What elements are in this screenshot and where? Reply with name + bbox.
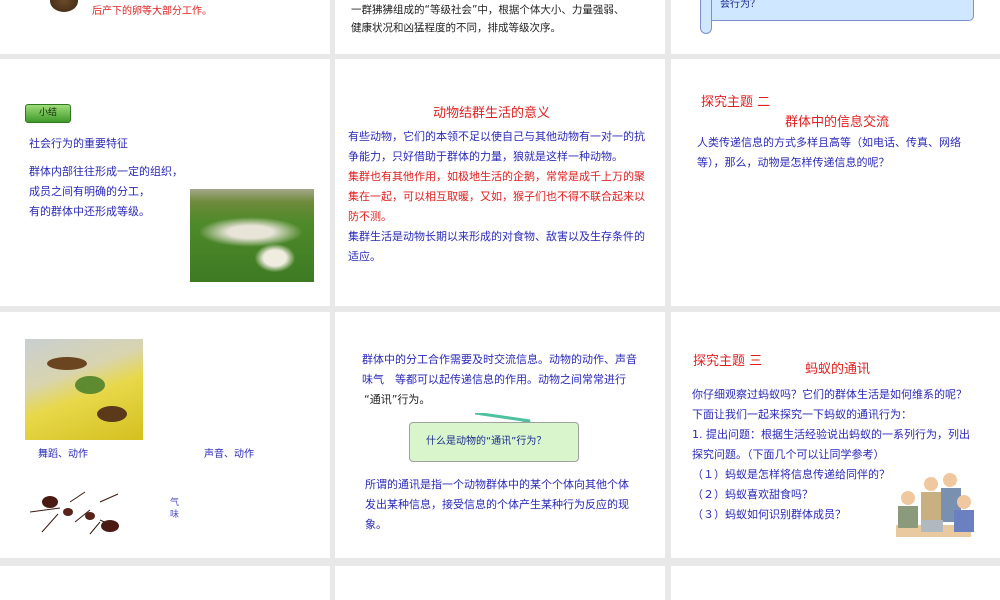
slide-text: （２）蚂蚁喜欢甜食吗？ xyxy=(692,488,813,501)
slide-thumbnail-3[interactable]: 会行为？ xyxy=(671,0,1000,54)
bee-flower-photo xyxy=(25,339,143,440)
ants-image xyxy=(29,472,130,542)
scroll-question: 什么是动物的“通讯”行为？ xyxy=(426,436,547,447)
slide-title: 蚂蚁的通讯 xyxy=(805,362,871,377)
sheep-photo xyxy=(190,189,314,282)
slide-text: 象。 xyxy=(365,518,387,531)
summary-badge: 小结 xyxy=(25,104,71,123)
slide-thumbnail-1[interactable]: 后产下的卵等大部分工作。 xyxy=(0,0,330,54)
slide-text: 后产下的卵等大部分工作。 xyxy=(92,6,212,17)
insect-image xyxy=(50,0,78,12)
slide-text: 健康状况和凶猛程度的不同，排成等级次序。 xyxy=(351,22,561,34)
slide-thumbnail-9[interactable]: 探究主题 三 蚂蚁的通讯 你仔细观察过蚂蚁吗？它们的群体生活是如何维系的呢？ 下… xyxy=(671,312,1000,558)
slide-text: 等），那么，动物是怎样传递信息的呢？ xyxy=(697,156,890,169)
label-smell-char: 气 xyxy=(170,498,180,508)
slide-text: 所谓的通讯是指一个动物群体中的某个个体向其他个体 xyxy=(365,478,629,491)
slide-text: （３）蚂蚁如何识别群体成员？ xyxy=(692,508,846,521)
people-clipart xyxy=(886,470,978,545)
slide-text: 成员之间有明确的分工， xyxy=(29,185,150,198)
label-sound: 声音、动作 xyxy=(204,449,254,460)
slide-text: “通讯”行为。 xyxy=(364,393,431,406)
slide-thumbnail-12[interactable] xyxy=(671,566,1000,600)
slide-text: 群体中的分工合作需要及时交流信息。动物的动作、声音 xyxy=(362,353,637,366)
slide-title: 群体中的信息交流 xyxy=(785,115,890,130)
slide-text: 1. 提出问题：根据生活经验说出蚂蚁的一系列行为，列出 xyxy=(692,428,970,441)
slide-text-red: 集群也有其他作用，如极地生活的企鹅，常常是成千上万的聚 xyxy=(348,170,645,183)
slide-heading: 社会行为的重要特征 xyxy=(29,137,128,150)
slide-text-red: 集在一起，可以相互取暖，又如，猴子们也不得不联合起来以 xyxy=(348,190,645,203)
slide-thumbnail-8[interactable]: 群体中的分工合作需要及时交流信息。动物的动作、声音 味气 等都可以起传递信息的作… xyxy=(335,312,665,558)
topic-label: 探究主题 三 xyxy=(693,354,763,369)
label-dance: 舞蹈、动作 xyxy=(38,449,88,460)
scroll-curl xyxy=(700,0,712,34)
slide-thumbnail-6[interactable]: 探究主题 二 群体中的信息交流 人类传递信息的方式多样且高等（如电话、传真、网络… xyxy=(671,59,1000,306)
slide-text: 下面让我们一起来探究一下蚂蚁的通讯行为： xyxy=(692,408,912,421)
slide-text: 会行为？ xyxy=(720,0,760,10)
slide-thumbnail-5[interactable]: 动物结群生活的意义 有些动物，它们的本领不足以使自己与其他动物有一对一的抗 争能… xyxy=(335,59,665,306)
slide-thumbnail-2[interactable]: 一群狒狒组成的“等级社会”中，根据个体大小、力量强弱、 健康状况和凶猛程度的不同… xyxy=(335,0,665,54)
question-scroll: 什么是动物的“通讯”行为？ xyxy=(409,422,579,462)
slide-text: 集群生活是动物长期以来形成的对食物、敌害以及生存条件的 xyxy=(348,230,645,243)
topic-label: 探究主题 二 xyxy=(701,95,771,110)
slide-text: 有些动物，它们的本领不足以使自己与其他动物有一对一的抗 xyxy=(348,130,645,143)
slide-text: 你仔细观察过蚂蚁吗？它们的群体生活是如何维系的呢？ xyxy=(692,388,967,401)
slide-thumbnail-11[interactable] xyxy=(335,566,665,600)
slide-text: 群体内部往往形成一定的组织， xyxy=(29,165,183,178)
slide-thumbnail-7[interactable]: 舞蹈、动作 声音、动作 气 味 xyxy=(0,312,330,558)
slide-text: 一群狒狒组成的“等级社会”中，根据个体大小、力量强弱、 xyxy=(351,4,625,16)
slide-text: 适应。 xyxy=(348,250,381,263)
slide-text: （１）蚂蚁是怎样将信息传递给同伴的？ xyxy=(692,468,890,481)
slide-thumbnail-10[interactable] xyxy=(0,566,330,600)
slide-text: 味气 等都可以起传递信息的作用。动物之间常常进行 xyxy=(362,373,626,386)
label-smell: 气 味 xyxy=(170,497,179,521)
label-smell-char: 味 xyxy=(170,510,180,520)
slide-title: 动物结群生活的意义 xyxy=(433,106,551,121)
slide-text: 争能力，只好借助于群体的力量，狼就是这样一种动物。 xyxy=(348,150,623,163)
slide-text: 有的群体中还形成等级。 xyxy=(29,205,150,218)
slide-thumbnail-4[interactable]: 小结 社会行为的重要特征 群体内部往往形成一定的组织， 成员之间有明确的分工， … xyxy=(0,59,330,306)
slide-text: 人类传递信息的方式多样且高等（如电话、传真、网络 xyxy=(697,136,961,149)
slide-text: 发出某种信息，接受信息的个体产生某种行为反应的现 xyxy=(365,498,629,511)
slide-text-red: 防不测。 xyxy=(348,210,392,223)
slide-text: 探究问题。（下面几个可以让同学参考） xyxy=(692,448,885,461)
